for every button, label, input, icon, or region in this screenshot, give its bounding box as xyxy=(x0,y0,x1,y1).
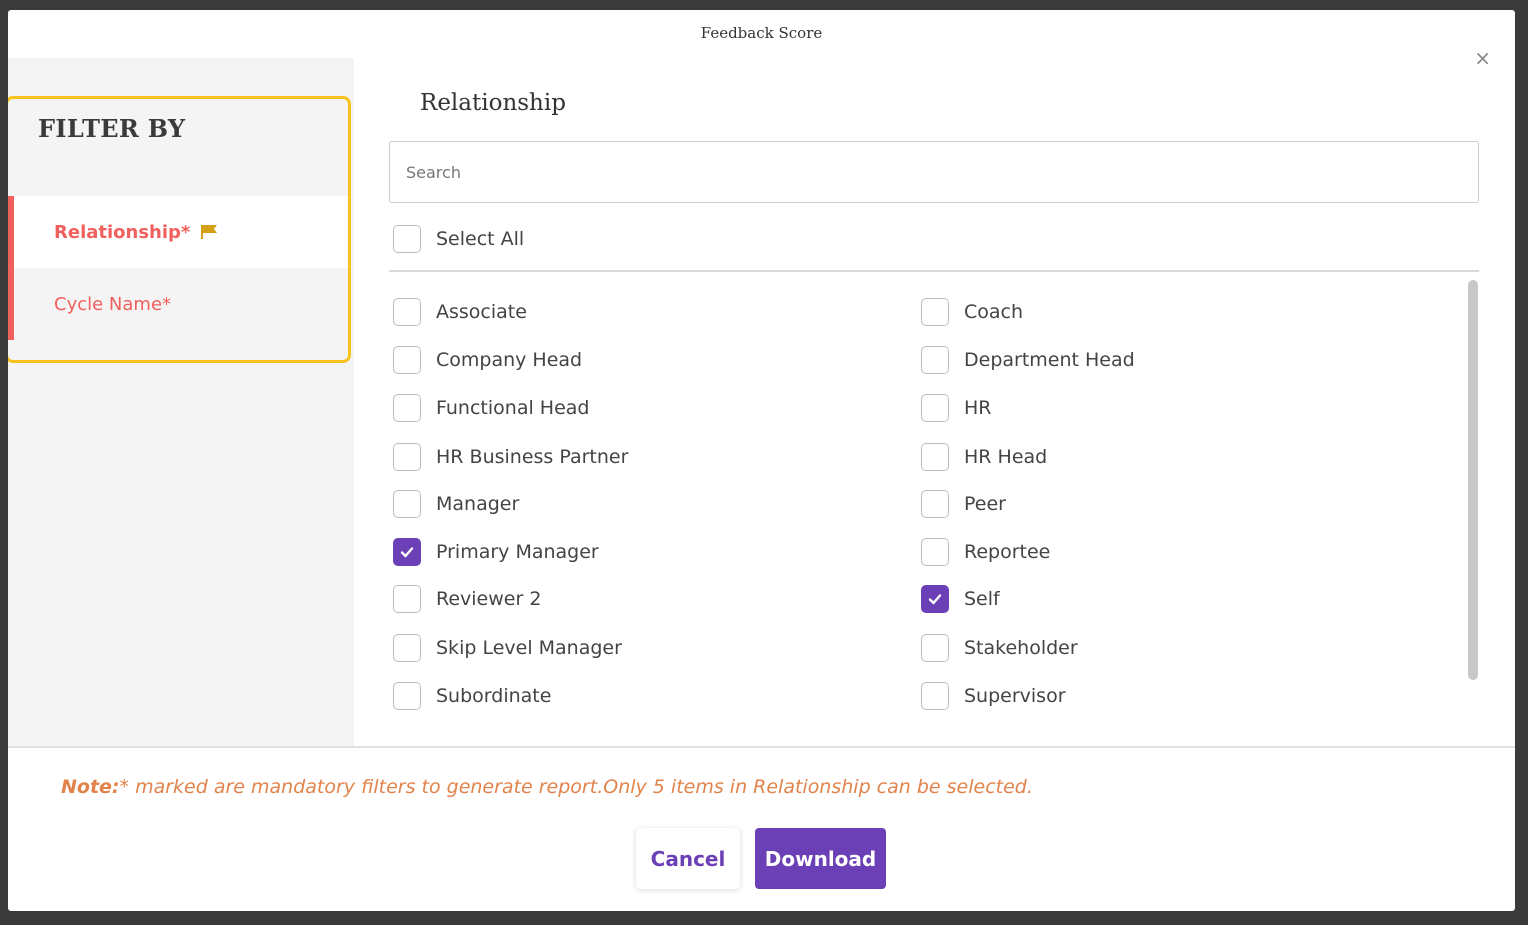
checkmark-icon xyxy=(400,547,414,558)
checkbox[interactable] xyxy=(921,490,949,518)
checkbox[interactable] xyxy=(393,346,421,374)
relationship-option[interactable]: Skip Level Manager xyxy=(393,634,622,662)
checkbox-label: Subordinate xyxy=(436,685,552,707)
checkbox[interactable] xyxy=(393,682,421,710)
relationship-option[interactable]: Company Head xyxy=(393,346,582,374)
checkbox[interactable] xyxy=(921,634,949,662)
relationship-option[interactable]: HR Business Partner xyxy=(393,443,628,471)
checkbox-label: Supervisor xyxy=(964,685,1066,707)
relationship-option[interactable]: Functional Head xyxy=(393,394,589,422)
checkbox-label: HR Business Partner xyxy=(436,446,629,468)
note-prefix: Note: xyxy=(61,776,120,798)
relationship-option[interactable]: Coach xyxy=(921,298,1023,326)
checkbox-label: Functional Head xyxy=(436,397,590,419)
relationship-panel: Relationship Select All Associate Company… xyxy=(354,58,1515,746)
checkbox-label: Reportee xyxy=(964,541,1051,563)
checkmark-icon xyxy=(928,594,942,605)
modal-title: Feedback Score xyxy=(700,24,823,42)
cancel-button[interactable]: Cancel xyxy=(636,828,740,889)
mandatory-note: Note:* marked are mandatory filters to g… xyxy=(61,776,1033,798)
relationship-option[interactable]: HR xyxy=(921,394,992,422)
checkbox-label: Reviewer 2 xyxy=(436,588,542,610)
checkbox[interactable] xyxy=(393,585,421,613)
checkbox-label: HR xyxy=(964,397,992,419)
scrollbar[interactable] xyxy=(1468,280,1478,680)
relationship-option[interactable]: Reportee xyxy=(921,538,1050,566)
checkbox[interactable] xyxy=(393,225,421,253)
relationship-option[interactable]: Primary Manager xyxy=(393,538,599,566)
checkbox-label: Select All xyxy=(436,228,525,250)
checkbox-label: Company Head xyxy=(436,349,583,371)
checkbox-label: Stakeholder xyxy=(964,637,1078,659)
checkbox-checked[interactable] xyxy=(393,538,421,566)
checkbox-label: Coach xyxy=(964,301,1024,323)
checkbox-label: Manager xyxy=(436,493,520,515)
section-title: Relationship xyxy=(420,90,566,116)
checkbox-label: Primary Manager xyxy=(436,541,599,563)
relationship-option[interactable]: Manager xyxy=(393,490,519,518)
checkbox[interactable] xyxy=(393,490,421,518)
relationship-option[interactable]: Department Head xyxy=(921,346,1135,374)
checkbox-label: Associate xyxy=(436,301,527,323)
checkbox[interactable] xyxy=(393,634,421,662)
select-all-checkbox[interactable]: Select All xyxy=(393,225,524,253)
checkbox-label: Department Head xyxy=(964,349,1135,371)
relationship-option[interactable]: Reviewer 2 xyxy=(393,585,541,613)
note-text: * marked are mandatory filters to genera… xyxy=(119,776,1033,798)
checkbox[interactable] xyxy=(921,443,949,471)
search-input[interactable] xyxy=(389,141,1479,203)
checkbox[interactable] xyxy=(393,298,421,326)
checkbox-label: Skip Level Manager xyxy=(436,637,622,659)
checkbox[interactable] xyxy=(921,394,949,422)
checkbox-label: HR Head xyxy=(964,446,1048,468)
checkbox[interactable] xyxy=(393,394,421,422)
checkbox[interactable] xyxy=(921,682,949,710)
filter-sidebar: FILTER BY Relationship* Cycle Name* xyxy=(8,58,354,746)
checkbox-label: Peer xyxy=(964,493,1006,515)
relationship-option[interactable]: Supervisor xyxy=(921,682,1066,710)
checkbox-checked[interactable] xyxy=(921,585,949,613)
checkbox[interactable] xyxy=(921,298,949,326)
checkbox[interactable] xyxy=(921,346,949,374)
download-button[interactable]: Download xyxy=(755,828,886,889)
relationship-option[interactable]: Self xyxy=(921,585,1000,613)
relationship-option[interactable]: Stakeholder xyxy=(921,634,1078,662)
relationship-option[interactable]: Peer xyxy=(921,490,1006,518)
checkbox-label: Self xyxy=(964,588,1000,610)
divider xyxy=(389,270,1479,272)
highlight-outline xyxy=(8,96,351,363)
checkbox[interactable] xyxy=(393,443,421,471)
checkbox[interactable] xyxy=(921,538,949,566)
relationship-option[interactable]: Associate xyxy=(393,298,527,326)
relationship-option[interactable]: HR Head xyxy=(921,443,1047,471)
feedback-score-modal: Feedback Score × FILTER BY Relationship*… xyxy=(8,10,1515,911)
relationship-option[interactable]: Subordinate xyxy=(393,682,551,710)
footer-divider xyxy=(8,746,1515,748)
